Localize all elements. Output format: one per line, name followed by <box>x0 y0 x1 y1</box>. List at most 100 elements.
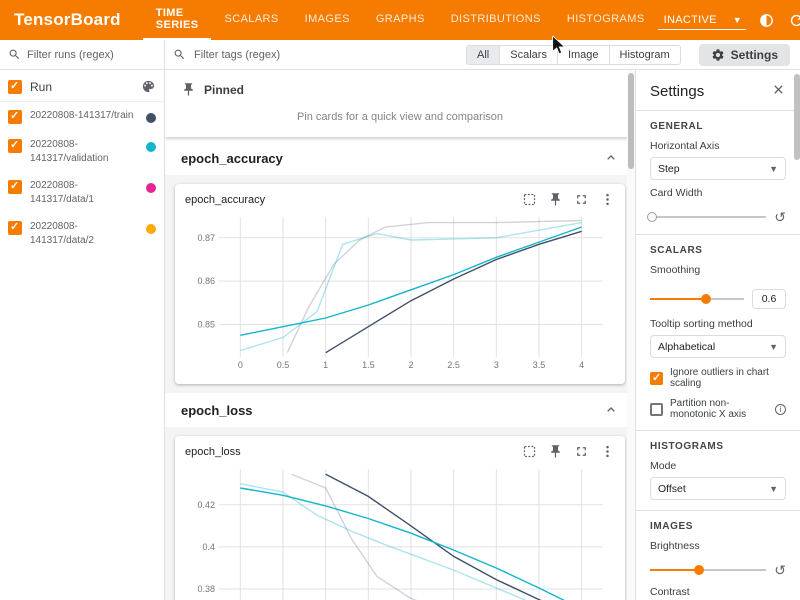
pin-icon[interactable] <box>548 192 563 207</box>
scalar-card-epoch-loss: epoch_loss 00.511.522.533.540.360.380.40… <box>175 436 625 600</box>
run-name: 20220808-141317/data/2 <box>30 220 138 247</box>
ignore-outliers-checkbox[interactable] <box>650 372 663 385</box>
partition-x-axis-checkbox[interactable] <box>650 403 663 416</box>
settings-heading-scalars: SCALARS <box>650 245 786 256</box>
run-checkbox[interactable] <box>8 221 22 235</box>
close-icon[interactable] <box>771 82 786 100</box>
search-icon <box>173 48 186 61</box>
chevron-down-icon: ▼ <box>769 342 778 352</box>
chevron-up-icon[interactable] <box>603 150 619 166</box>
tooltip-sorting-dropdown[interactable]: Alphabetical ▼ <box>650 335 786 358</box>
main-nav-tabs: TIME SERIES SCALARS IMAGES GRAPHS DISTRI… <box>143 0 658 40</box>
run-name: 20220808-141317/data/1 <box>30 179 138 206</box>
reload-status-dropdown[interactable]: INACTIVE ▼ <box>658 11 746 30</box>
svg-text:3: 3 <box>494 360 499 370</box>
reset-icon[interactable]: ↺ <box>774 563 786 577</box>
tag-filter-histogram[interactable]: Histogram <box>609 46 680 64</box>
slider-thumb[interactable] <box>694 565 704 575</box>
svg-text:0.86: 0.86 <box>197 276 215 286</box>
runs-list: 20220808-141317/train 20220808-141317/va… <box>0 102 164 254</box>
settings-button[interactable]: Settings <box>699 44 790 66</box>
tag-type-filter-group: All Scalars Image Histogram <box>466 45 681 65</box>
histogram-mode-dropdown[interactable]: Offset ▼ <box>650 477 786 500</box>
svg-text:0.5: 0.5 <box>277 360 290 370</box>
tag-filter-all[interactable]: All <box>467 46 499 64</box>
section-header-epoch-accuracy[interactable]: epoch_accuracy <box>165 141 635 175</box>
brightness-slider[interactable] <box>650 569 766 571</box>
svg-text:3.5: 3.5 <box>533 360 546 370</box>
fullscreen-icon[interactable] <box>574 444 589 459</box>
svg-text:0.38: 0.38 <box>197 584 215 594</box>
chevron-up-icon[interactable] <box>603 402 619 418</box>
slider-thumb[interactable] <box>647 212 657 222</box>
tab-images[interactable]: IMAGES <box>292 0 363 40</box>
runs-sidebar: Run 20220808-141317/train 20220808-14131… <box>0 40 165 600</box>
slider-thumb[interactable] <box>701 294 711 304</box>
smoothing-slider[interactable] <box>650 298 744 300</box>
settings-heading-general: GENERAL <box>650 121 786 132</box>
run-checkbox[interactable] <box>8 110 22 124</box>
tensorboard-app: TensorBoard TIME SERIES SCALARS IMAGES G… <box>0 0 800 600</box>
horizontal-axis-value: Step <box>658 163 680 175</box>
pinned-empty-message: Pin cards for a quick view and compariso… <box>165 105 635 125</box>
run-name: 20220808-141317/train <box>30 109 138 123</box>
epoch-loss-chart[interactable]: 00.511.522.533.540.360.380.40.42 <box>185 461 613 600</box>
main-scrollbar[interactable] <box>627 70 635 600</box>
epoch-accuracy-chart[interactable]: 00.511.522.533.540.850.860.87 <box>185 209 613 375</box>
divider <box>636 110 800 111</box>
info-icon[interactable]: i <box>775 404 786 415</box>
theme-toggle-icon[interactable] <box>758 11 776 29</box>
partition-x-axis-row[interactable]: Partition non-monotonic X axis i <box>650 398 786 420</box>
run-color-dot <box>146 224 156 234</box>
svg-text:0.4: 0.4 <box>202 542 215 552</box>
tab-distributions[interactable]: DISTRIBUTIONS <box>438 0 554 40</box>
ignore-outliers-row[interactable]: Ignore outliers in chart scaling <box>650 367 786 389</box>
run-row[interactable]: 20220808-141317/data/1 <box>0 172 164 213</box>
run-row[interactable]: 20220808-141317/data/2 <box>0 213 164 254</box>
run-row[interactable]: 20220808-141317/validation <box>0 131 164 172</box>
search-icon <box>8 48 21 61</box>
run-row[interactable]: 20220808-141317/train <box>0 102 164 131</box>
pinned-section: Pinned Pin cards for a quick view and co… <box>165 70 635 137</box>
svg-text:1.5: 1.5 <box>362 360 375 370</box>
section-title: epoch_loss <box>181 403 253 418</box>
chevron-down-icon: ▼ <box>769 484 778 494</box>
fit-to-data-icon[interactable] <box>522 192 537 207</box>
svg-text:2: 2 <box>408 360 413 370</box>
filter-tags-input[interactable] <box>194 49 458 61</box>
more-options-icon[interactable] <box>600 192 615 207</box>
section-body-epoch-accuracy: epoch_accuracy 00.511.522.533.540.850.86… <box>165 175 635 393</box>
run-checkbox[interactable] <box>8 180 22 194</box>
svg-text:0.42: 0.42 <box>197 500 215 510</box>
tab-time-series[interactable]: TIME SERIES <box>143 0 212 40</box>
tab-graphs[interactable]: GRAPHS <box>363 0 438 40</box>
tag-filter-scalars[interactable]: Scalars <box>499 46 557 64</box>
run-checkbox[interactable] <box>8 139 22 153</box>
cards-scroll-area: Pinned Pin cards for a quick view and co… <box>165 70 635 600</box>
select-all-runs-checkbox[interactable] <box>8 80 22 94</box>
more-options-icon[interactable] <box>600 444 615 459</box>
smoothing-value-input[interactable] <box>752 289 786 309</box>
settings-button-label: Settings <box>731 48 778 62</box>
main-scrollbar-thumb[interactable] <box>628 73 634 169</box>
run-color-dot <box>146 142 156 152</box>
partition-x-axis-label: Partition non-monotonic X axis <box>670 398 768 420</box>
palette-icon[interactable] <box>141 79 156 94</box>
pin-icon <box>181 82 196 97</box>
reset-icon[interactable]: ↺ <box>774 210 786 224</box>
card-width-slider[interactable] <box>650 216 766 218</box>
tag-filter-image[interactable]: Image <box>557 46 609 64</box>
fullscreen-icon[interactable] <box>574 192 589 207</box>
pin-icon[interactable] <box>548 444 563 459</box>
filter-runs-input[interactable] <box>27 49 156 61</box>
run-color-dot <box>146 183 156 193</box>
horizontal-axis-dropdown[interactable]: Step ▼ <box>650 157 786 180</box>
tab-scalars[interactable]: SCALARS <box>211 0 291 40</box>
refresh-icon[interactable] <box>788 11 800 29</box>
tab-histograms[interactable]: HISTOGRAMS <box>554 0 658 40</box>
runs-column-label: Run <box>30 80 133 94</box>
fit-to-data-icon[interactable] <box>522 444 537 459</box>
run-color-dot <box>146 113 156 123</box>
section-header-epoch-loss[interactable]: epoch_loss <box>165 393 635 427</box>
page-scrollbar-thumb[interactable] <box>794 74 800 160</box>
